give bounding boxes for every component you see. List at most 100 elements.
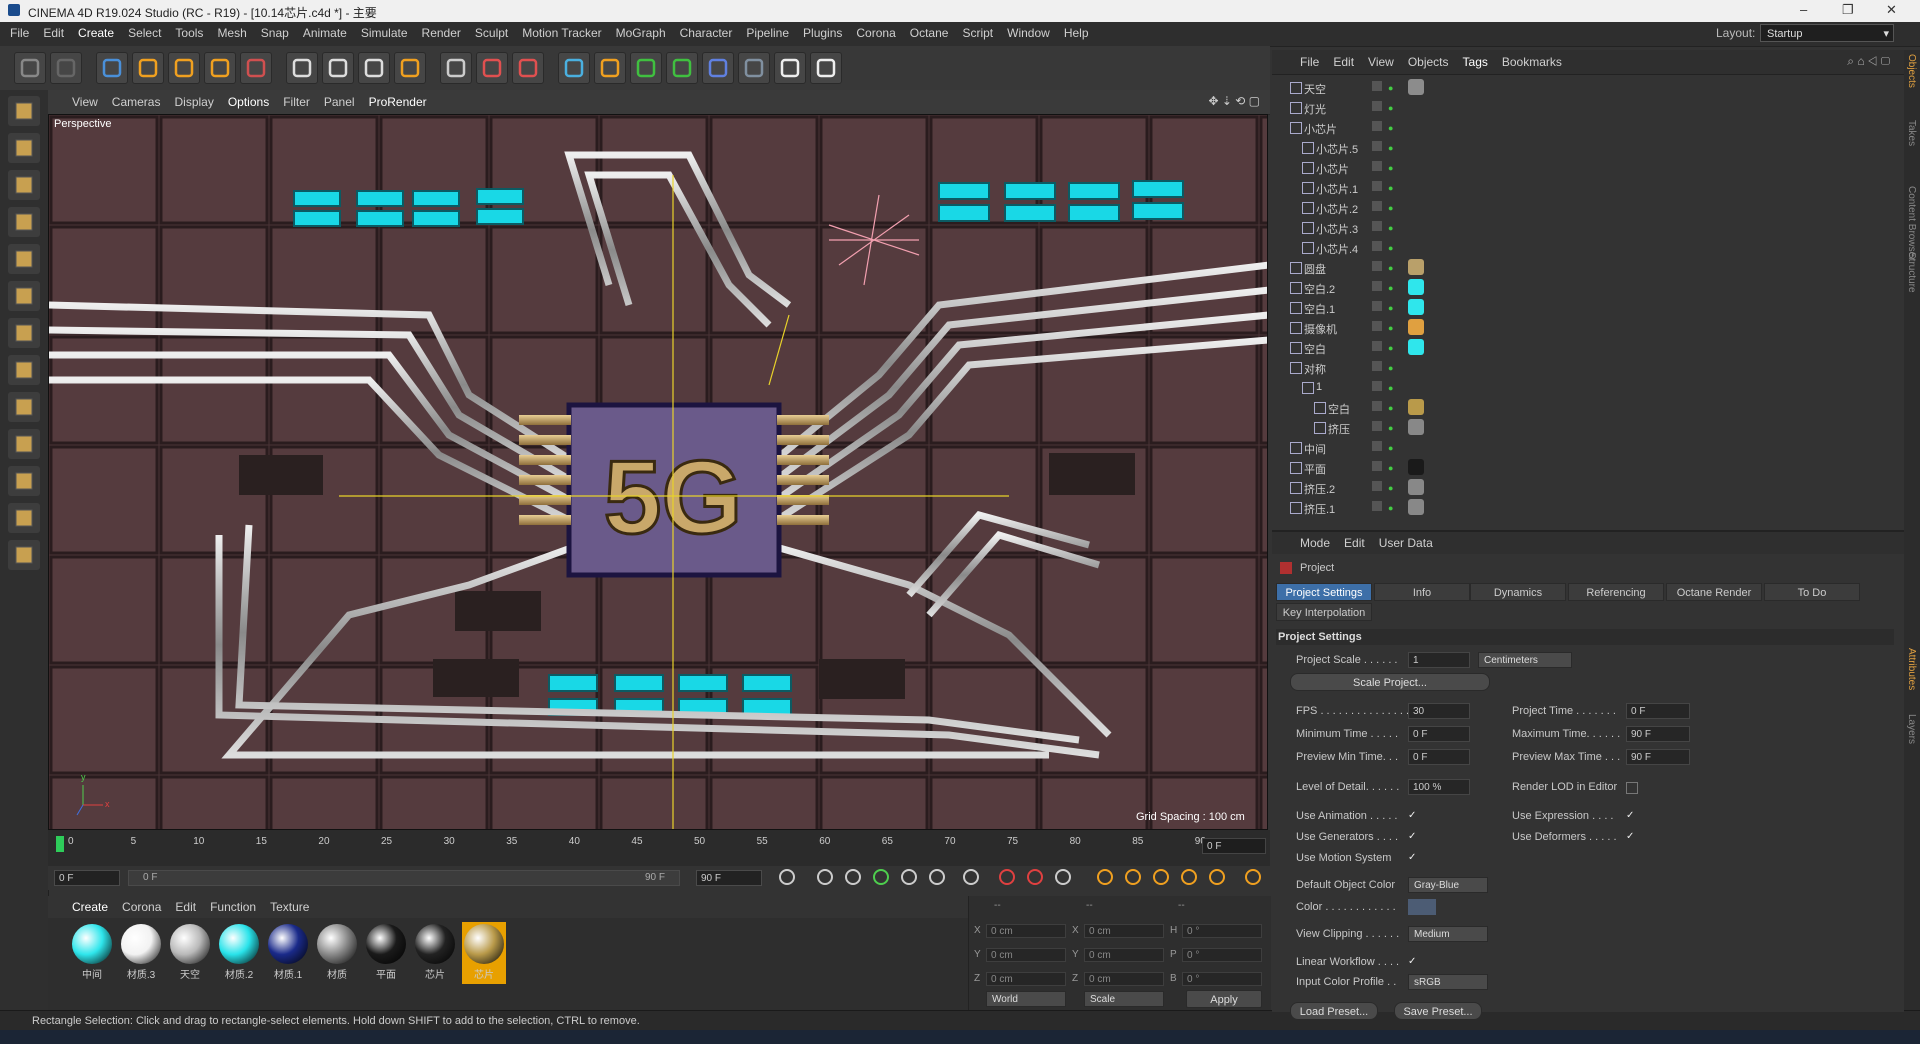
object-visibility-flags[interactable]: ● <box>1372 221 1402 235</box>
object-visibility-flags[interactable]: ● <box>1372 121 1402 135</box>
material-swatch[interactable]: 材质.2 <box>217 922 261 984</box>
coord-field[interactable]: 0 cm <box>986 972 1066 986</box>
project-scale-field[interactable]: 1 <box>1408 652 1470 668</box>
undo-icon[interactable] <box>14 52 46 84</box>
cube-icon[interactable] <box>558 52 590 84</box>
subdivision-icon[interactable] <box>630 52 662 84</box>
material-menu-item-3[interactable]: Function <box>210 900 256 914</box>
object-row[interactable]: 空白 ● <box>1280 398 1892 418</box>
menu-item-10[interactable]: Sculpt <box>475 26 508 40</box>
object-visibility-flags[interactable]: ● <box>1372 421 1402 435</box>
menu-item-16[interactable]: Corona <box>856 26 895 40</box>
side-tab-1[interactable]: Takes <box>1906 120 1917 146</box>
polygons-mode-icon[interactable] <box>8 318 40 348</box>
render-lod-checkbox[interactable] <box>1626 782 1638 794</box>
object-visibility-flags[interactable]: ● <box>1372 81 1402 95</box>
use-expression-checkbox[interactable]: ✓ <box>1626 811 1636 821</box>
next-key-icon[interactable] <box>926 866 948 888</box>
viewport-menu-item-2[interactable]: Display <box>174 95 213 109</box>
pla-key-icon[interactable] <box>1206 866 1228 888</box>
preview-max-field[interactable]: 90 F <box>1626 749 1690 765</box>
camera-icon[interactable] <box>774 52 806 84</box>
object-visibility-flags[interactable]: ● <box>1372 301 1402 315</box>
object-row[interactable]: 圆盘 ● <box>1280 258 1892 278</box>
side-tab-5[interactable]: Layers <box>1906 714 1917 744</box>
viewport-menu-item-4[interactable]: Filter <box>283 95 310 109</box>
object-menu-item-1[interactable]: Edit <box>1333 55 1354 69</box>
menu-item-15[interactable]: Plugins <box>803 26 842 40</box>
units-select[interactable]: Centimeters <box>1478 652 1572 668</box>
timeline-ruler[interactable]: 0 5 10 15 20 25 30 35 40 45 50 55 60 65 70 75 80 85 90 <box>56 834 1206 854</box>
record-icon[interactable] <box>996 866 1018 888</box>
material-swatch[interactable]: 天空 <box>168 922 212 984</box>
object-tag-icon[interactable] <box>1408 319 1424 335</box>
playhead[interactable] <box>56 836 64 852</box>
object-row[interactable]: 空白.1 ● <box>1280 298 1892 318</box>
object-visibility-flags[interactable]: ● <box>1372 241 1402 255</box>
linear-workflow-checkbox[interactable]: ✓ <box>1408 957 1418 967</box>
save-preset-button[interactable]: Save Preset... <box>1394 1002 1482 1020</box>
default-color-select[interactable]: Gray-Blue <box>1408 877 1488 893</box>
object-tag-icon[interactable] <box>1408 299 1424 315</box>
use-deformers-checkbox[interactable]: ✓ <box>1626 832 1636 842</box>
tweak-icon[interactable] <box>8 392 40 422</box>
viewport-menu-item-1[interactable]: Cameras <box>112 95 161 109</box>
object-tag-icon[interactable] <box>1408 479 1424 495</box>
move-key-icon[interactable] <box>1094 866 1116 888</box>
object-visibility-flags[interactable]: ● <box>1372 321 1402 335</box>
use-animation-checkbox[interactable]: ✓ <box>1408 811 1418 821</box>
object-tag-icon[interactable] <box>1408 259 1424 275</box>
object-menu-item-0[interactable]: File <box>1300 55 1319 69</box>
object-tag-icon[interactable] <box>1408 339 1424 355</box>
view-clipping-select[interactable]: Medium <box>1408 926 1488 942</box>
object-visibility-flags[interactable]: ● <box>1372 401 1402 415</box>
material-menu-item-4[interactable]: Texture <box>270 900 309 914</box>
coord-field[interactable]: 0 cm <box>1084 972 1164 986</box>
start-frame-field[interactable]: 0 F <box>54 870 120 886</box>
project-time-field[interactable]: 0 F <box>1626 703 1690 719</box>
object-visibility-flags[interactable]: ● <box>1372 141 1402 155</box>
viewport-menu-item-6[interactable]: ProRender <box>369 95 427 109</box>
live-selection-icon[interactable] <box>96 52 128 84</box>
object-row[interactable]: 灯光 ● <box>1280 98 1892 118</box>
tab-info[interactable]: Info <box>1374 583 1470 601</box>
object-row[interactable]: 1 ● <box>1280 378 1892 398</box>
move-icon[interactable] <box>132 52 164 84</box>
object-tag-icon[interactable] <box>1408 399 1424 415</box>
object-row[interactable]: 挤压.2 ● <box>1280 478 1892 498</box>
minimize-button[interactable]: – <box>1800 2 1807 17</box>
menu-item-17[interactable]: Octane <box>910 26 949 40</box>
go-to-start-icon[interactable] <box>776 866 798 888</box>
world-select[interactable]: World <box>986 991 1066 1007</box>
lock-workplane-icon[interactable] <box>8 503 40 533</box>
menu-item-8[interactable]: Simulate <box>361 26 408 40</box>
z-axis-icon[interactable] <box>358 52 390 84</box>
material-swatch[interactable]: 材质 <box>315 922 359 984</box>
max-time-field[interactable]: 90 F <box>1626 726 1690 742</box>
menu-item-20[interactable]: Help <box>1064 26 1089 40</box>
attribute-menu-item-0[interactable]: Mode <box>1300 536 1330 550</box>
object-row[interactable]: 摄像机 ● <box>1280 318 1892 338</box>
menu-item-12[interactable]: MoGraph <box>616 26 666 40</box>
menu-item-6[interactable]: Snap <box>261 26 289 40</box>
menu-item-13[interactable]: Character <box>680 26 733 40</box>
menu-item-7[interactable]: Animate <box>303 26 347 40</box>
previous-key-icon[interactable] <box>814 866 836 888</box>
object-row[interactable]: 小芯片.2 ● <box>1280 198 1892 218</box>
pen-icon[interactable] <box>594 52 626 84</box>
viewport-menu-item-5[interactable]: Panel <box>324 95 355 109</box>
color-swatch[interactable] <box>1408 899 1436 915</box>
object-row[interactable]: 空白.2 ● <box>1280 278 1892 298</box>
x-axis-icon[interactable] <box>286 52 318 84</box>
material-swatch[interactable]: 材质.3 <box>119 922 163 984</box>
material-swatch[interactable]: 芯片 <box>462 922 506 984</box>
coordinate-system-icon[interactable] <box>394 52 426 84</box>
material-menu-item-1[interactable]: Corona <box>122 900 161 914</box>
layout-select[interactable]: Startup ▾ <box>1760 24 1894 42</box>
menu-item-18[interactable]: Script <box>962 26 993 40</box>
material-swatch[interactable]: 中间 <box>70 922 114 984</box>
min-time-field[interactable]: 0 F <box>1408 726 1470 742</box>
side-tab-0[interactable]: Objects <box>1906 54 1917 88</box>
object-visibility-flags[interactable]: ● <box>1372 101 1402 115</box>
coord-field[interactable]: 0 cm <box>986 924 1066 938</box>
